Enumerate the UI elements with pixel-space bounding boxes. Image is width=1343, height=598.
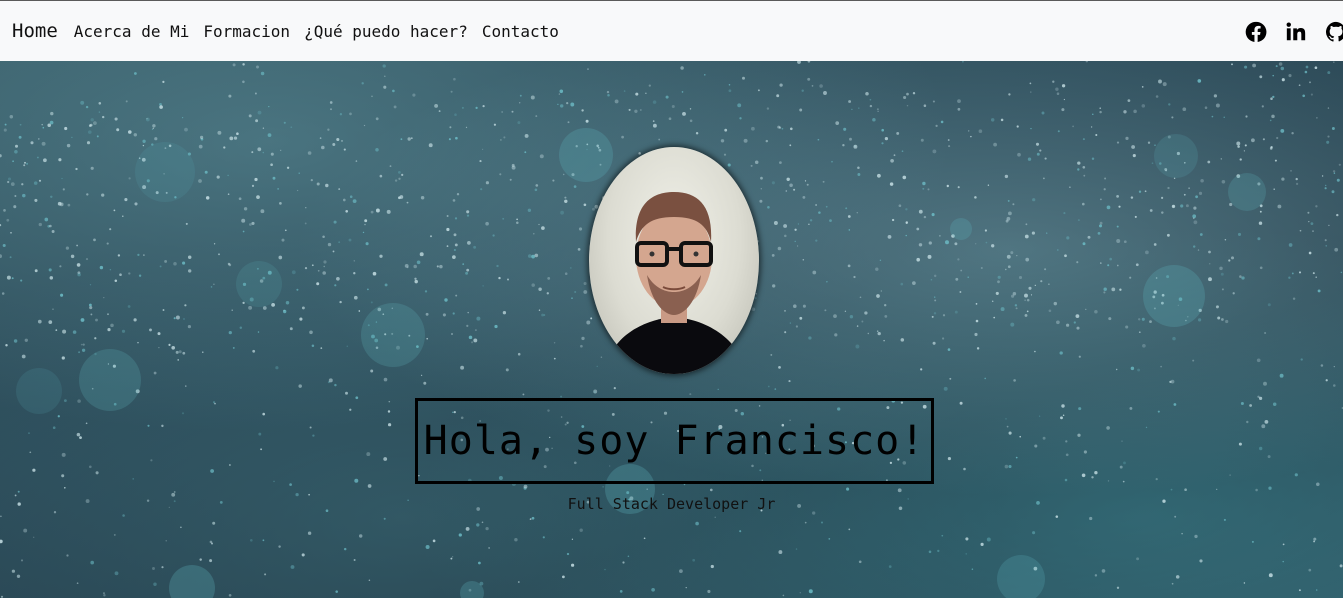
social-links xyxy=(1227,1,1343,62)
nav-link-contacto[interactable]: Contacto xyxy=(482,22,559,41)
nav-links: Acerca de Mi Formacion ¿Qué puedo hacer?… xyxy=(74,22,573,41)
github-icon[interactable] xyxy=(1325,21,1343,43)
hero-title-box: Hola, soy Francisco! xyxy=(415,398,934,484)
hero-section: Hola, soy Francisco! Full Stack Develope… xyxy=(0,61,1343,598)
profile-photo xyxy=(589,147,759,374)
nav-link-formacion[interactable]: Formacion xyxy=(203,22,290,41)
hero-title: Hola, soy Francisco! xyxy=(423,418,926,464)
facebook-icon[interactable] xyxy=(1245,21,1267,43)
navbar: Home Acerca de Mi Formacion ¿Qué puedo h… xyxy=(0,0,1343,61)
linkedin-icon[interactable] xyxy=(1285,21,1307,43)
home-link[interactable]: Home xyxy=(12,20,58,42)
hero-subtitle: Full Stack Developer Jr xyxy=(567,495,776,513)
nav-link-acerca[interactable]: Acerca de Mi xyxy=(74,22,190,41)
nav-link-que-puedo-hacer[interactable]: ¿Qué puedo hacer? xyxy=(304,22,468,41)
